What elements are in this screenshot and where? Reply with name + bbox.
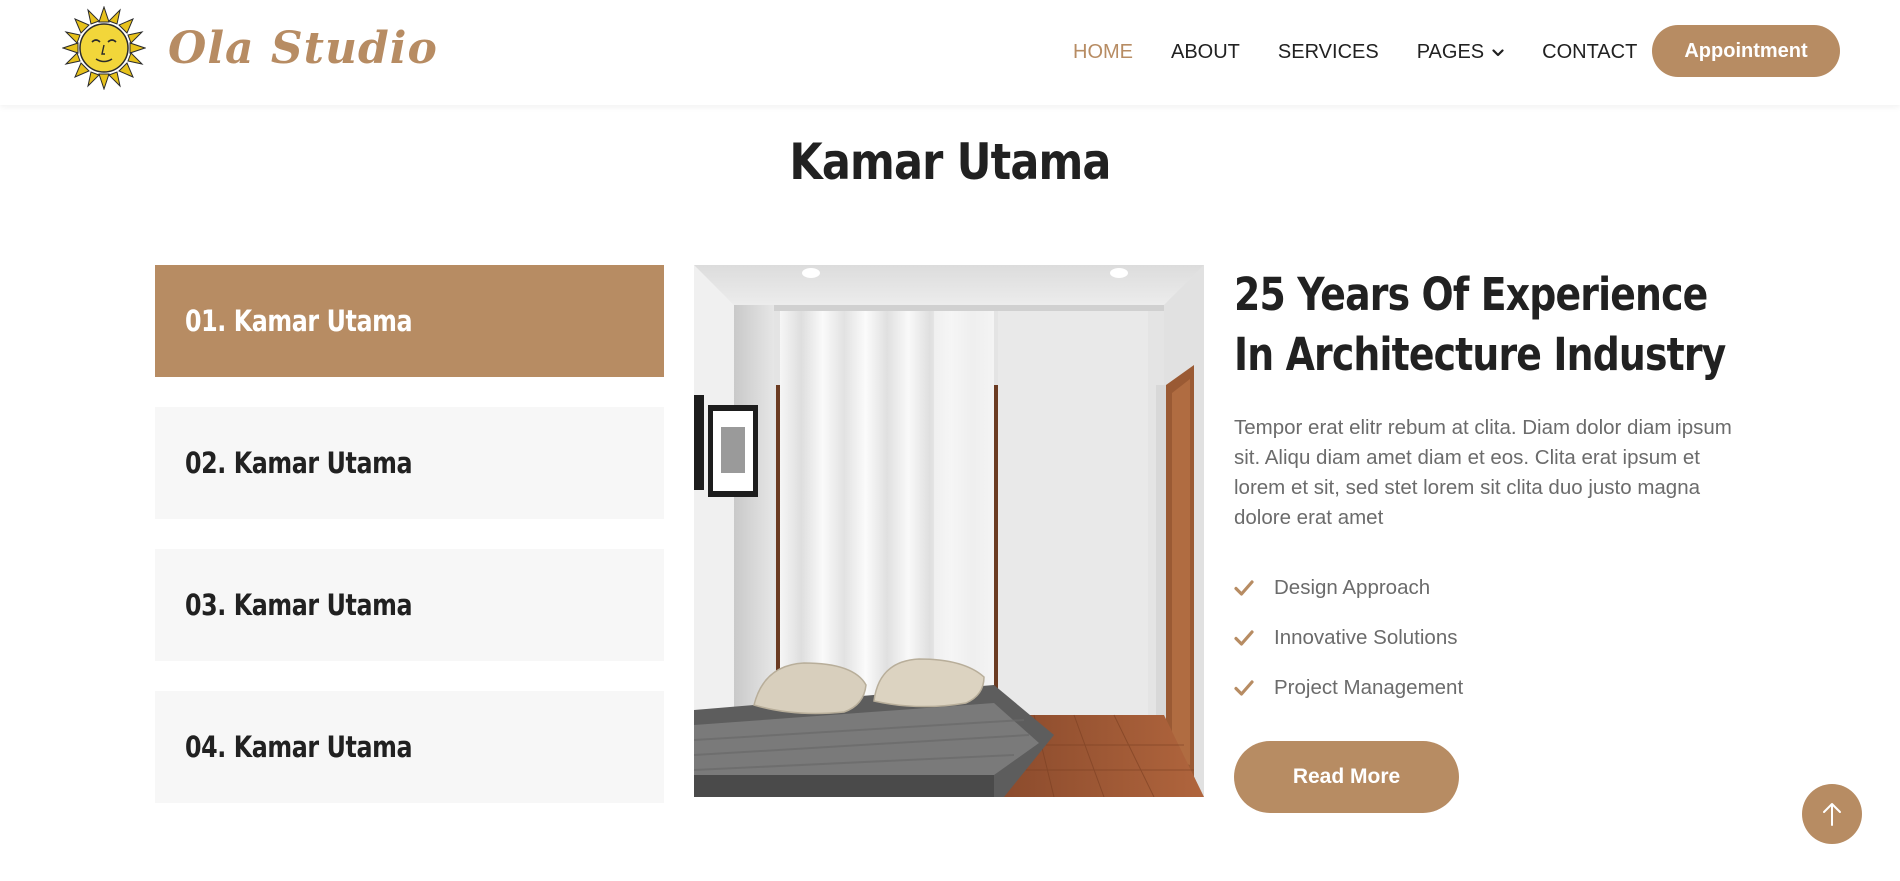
nav-contact[interactable]: CONTACT	[1542, 41, 1637, 64]
nav-services[interactable]: SERVICES	[1278, 41, 1379, 64]
chevron-down-icon	[1492, 48, 1504, 56]
feature-list: Design Approach Innovative Solutions Pro…	[1234, 563, 1744, 713]
brand[interactable]: Ola Studio	[62, 6, 438, 90]
tab-kamar-utama-3[interactable]: 03. Kamar Utama	[155, 549, 664, 661]
nav-home[interactable]: HOME	[1073, 41, 1133, 64]
tab-label: 02. Kamar Utama	[185, 446, 413, 480]
nav-pages-label: PAGES	[1416, 41, 1485, 63]
tab-label: 03. Kamar Utama	[185, 588, 413, 622]
read-more-button[interactable]: Read More	[1234, 741, 1459, 813]
check-icon	[1234, 630, 1254, 646]
list-item: Project Management	[1234, 663, 1744, 713]
appointment-button[interactable]: Appointment	[1652, 25, 1840, 77]
bedroom-illustration	[694, 265, 1204, 797]
nav-pages[interactable]: PAGES	[1417, 41, 1504, 64]
feature-label: Project Management	[1274, 676, 1464, 699]
content-paragraph: Tempor erat elitr rebum at clita. Diam d…	[1234, 416, 1732, 529]
navbar: Ola Studio HOME ABOUT SERVICES PAGES CON…	[0, 0, 1900, 105]
tab-kamar-utama-4[interactable]: 04. Kamar Utama	[155, 691, 664, 803]
content-headline: 25 Years Of Experience In Architecture I…	[1234, 268, 1726, 381]
feature-label: Design Approach	[1274, 576, 1431, 599]
room-photo	[694, 265, 1204, 797]
brand-name: Ola Studio	[168, 22, 438, 74]
list-item: Innovative Solutions	[1234, 613, 1744, 663]
main-nav: HOME ABOUT SERVICES PAGES CONTACT	[1073, 0, 1675, 105]
check-icon	[1234, 680, 1254, 696]
arrow-up-icon	[1823, 803, 1841, 826]
feature-label: Innovative Solutions	[1274, 626, 1458, 649]
tab-kamar-utama-1[interactable]: 01. Kamar Utama	[155, 265, 664, 377]
nav-about[interactable]: ABOUT	[1171, 41, 1240, 64]
check-icon	[1234, 580, 1254, 596]
list-item: Design Approach	[1234, 563, 1744, 613]
back-to-top-button[interactable]	[1802, 784, 1862, 844]
room-tabs: 01. Kamar Utama 02. Kamar Utama 03. Kama…	[155, 265, 664, 833]
tab-label: 01. Kamar Utama	[185, 304, 413, 338]
tab-kamar-utama-2[interactable]: 02. Kamar Utama	[155, 407, 664, 519]
sun-face-logo	[62, 6, 146, 90]
section-title: Kamar Utama	[789, 133, 1111, 191]
content-panel: 25 Years Of Experience In Architecture I…	[1234, 265, 1744, 813]
tab-label: 04. Kamar Utama	[185, 730, 413, 764]
